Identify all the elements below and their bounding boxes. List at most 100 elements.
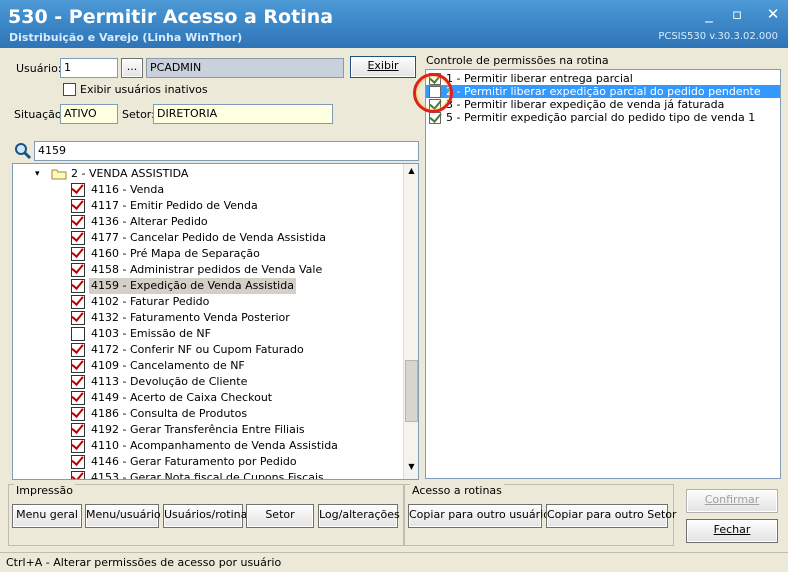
tree-item-label: 4177 - Cancelar Pedido de Venda Assistid… xyxy=(91,231,326,244)
usuarios-rotina-button[interactable]: Usuários/rotina xyxy=(163,504,247,528)
inativos-checkbox[interactable] xyxy=(63,83,76,96)
permission-item[interactable]: 1 - Permitir liberar entrega parcial xyxy=(426,72,780,85)
search-input[interactable]: 4159 xyxy=(34,141,419,161)
tree-item[interactable]: 4153 - Gerar Nota fiscal de Cupons Fisca… xyxy=(13,470,401,480)
usuario-name-field: PCADMIN xyxy=(146,58,344,78)
tree-item[interactable]: 4132 - Faturamento Venda Posterior xyxy=(13,310,401,326)
tree-item[interactable]: 4116 - Venda xyxy=(13,182,401,198)
tree-item-label: 4117 - Emitir Pedido de Venda xyxy=(91,199,258,212)
close-icon[interactable]: ✕ xyxy=(762,4,784,24)
tree-item-label: 4103 - Emissão de NF xyxy=(91,327,211,340)
tree-item[interactable]: 4146 - Gerar Faturamento por Pedido xyxy=(13,454,401,470)
permissions-title: Controle de permissões na rotina xyxy=(426,54,609,67)
usuario-lookup-button[interactable]: ... xyxy=(121,58,143,78)
tree-item-checkbox[interactable] xyxy=(71,359,85,373)
tree-item-checkbox[interactable] xyxy=(71,215,85,229)
tree-group-label: 2 - VENDA ASSISTIDA xyxy=(71,167,189,180)
tree-item[interactable]: 4103 - Emissão de NF xyxy=(13,326,401,342)
tree-item[interactable]: 4160 - Pré Mapa de Separação xyxy=(13,246,401,262)
copiar-setor-button[interactable]: Copiar para outro Setor xyxy=(546,504,677,528)
tree-item-checkbox[interactable] xyxy=(71,439,85,453)
tree-item[interactable]: 4110 - Acompanhamento de Venda Assistida xyxy=(13,438,401,454)
situacao-label: Situação: xyxy=(14,108,66,121)
tree-item-checkbox[interactable] xyxy=(71,311,85,325)
situacao-field[interactable]: ATIVO xyxy=(60,104,118,124)
tree-item-checkbox[interactable] xyxy=(71,327,85,341)
tree-item[interactable]: 4158 - Administrar pedidos de Venda Vale xyxy=(13,262,401,278)
permission-item[interactable]: 3 - Permitir liberar expedição de venda … xyxy=(426,98,780,111)
tree-item[interactable]: 4177 - Cancelar Pedido de Venda Assistid… xyxy=(13,230,401,246)
impressao-title: Impressão xyxy=(14,484,75,497)
tree-item[interactable]: 4136 - Alterar Pedido xyxy=(13,214,401,230)
confirmar-button[interactable]: Confirmar xyxy=(686,489,778,513)
permissions-list[interactable]: 1 - Permitir liberar entrega parcial 2 - … xyxy=(425,69,781,479)
tree-item-checkbox[interactable] xyxy=(71,455,85,469)
tree-item-checkbox[interactable] xyxy=(71,423,85,437)
permission-item[interactable]: 2 - Permitir liberar expedição parcial d… xyxy=(426,85,780,98)
tree-item[interactable]: 4149 - Acerto de Caixa Checkout xyxy=(13,390,401,406)
window-title: 530 - Permitir Acesso a Rotina xyxy=(8,6,334,28)
tree-item-label: 4149 - Acerto de Caixa Checkout xyxy=(91,391,273,404)
tree-item-label: 4110 - Acompanhamento de Venda Assistida xyxy=(91,439,338,452)
tree-item-checkbox[interactable] xyxy=(71,407,85,421)
tree-item-checkbox[interactable] xyxy=(71,471,85,479)
tree-item-label: 4186 - Consulta de Produtos xyxy=(91,407,248,420)
tree-item-label: 4146 - Gerar Faturamento por Pedido xyxy=(91,455,297,468)
tree-item-checkbox[interactable] xyxy=(71,199,85,213)
status-bar: Ctrl+A - Alterar permissões de acesso po… xyxy=(0,552,788,572)
tree-item-label: 4109 - Cancelamento de NF xyxy=(91,359,245,372)
exibir-button[interactable]: Exibir xyxy=(350,56,416,78)
tree-item[interactable]: 4172 - Conferir NF ou Cupom Faturado xyxy=(13,342,401,358)
setor-field[interactable]: DIRETORIA xyxy=(153,104,333,124)
log-alteracoes-button[interactable]: Log/alterações xyxy=(318,504,400,528)
tree-item-checkbox[interactable] xyxy=(71,391,85,405)
highlight-circle xyxy=(413,73,453,113)
copiar-usuario-button[interactable]: Copiar para outro usuário xyxy=(408,504,550,528)
title-bar: 530 - Permitir Acesso a Rotina Distribui… xyxy=(0,0,788,48)
tree-item-label: 4160 - Pré Mapa de Separação xyxy=(91,247,260,260)
inativos-label: Exibir usuários inativos xyxy=(80,83,208,96)
usuario-code-field[interactable]: 1 xyxy=(60,58,118,78)
tree-item-checkbox[interactable] xyxy=(71,183,85,197)
usuario-label: Usuário: xyxy=(16,62,62,75)
setor-button[interactable]: Setor xyxy=(246,504,314,528)
tree-item-label: 4113 - Devolução de Cliente xyxy=(91,375,248,388)
tree-item[interactable]: 4186 - Consulta de Produtos xyxy=(13,406,401,422)
scroll-down-icon[interactable]: ▼ xyxy=(404,462,418,476)
tree-item-checkbox[interactable] xyxy=(71,343,85,357)
maximize-icon[interactable]: ▫ xyxy=(726,4,748,24)
tree-item-label: 4153 - Gerar Nota fiscal de Cupons Fisca… xyxy=(91,471,324,480)
tree-item-label: 4102 - Faturar Pedido xyxy=(91,295,210,308)
tree-item-checkbox[interactable] xyxy=(71,231,85,245)
tree-item[interactable]: 4117 - Emitir Pedido de Venda xyxy=(13,198,401,214)
routine-tree[interactable]: ▾ 2 - VENDA ASSISTIDA 4116 - Venda 4117 -… xyxy=(12,163,419,480)
menu-geral-button[interactable]: Menu geral xyxy=(12,504,82,528)
tree-item-label: 4159 - Expedição de Venda Assistida xyxy=(89,278,296,294)
tree-item-checkbox[interactable] xyxy=(71,279,85,293)
tree-item-checkbox[interactable] xyxy=(71,247,85,261)
tree-item[interactable]: 4192 - Gerar Transferência Entre Filiais xyxy=(13,422,401,438)
tree-item-label: 4172 - Conferir NF ou Cupom Faturado xyxy=(91,343,304,356)
menu-usuario-button[interactable]: Menu/usuário xyxy=(85,504,161,528)
tree-item[interactable]: 4159 - Expedição de Venda Assistida xyxy=(13,278,401,294)
tree-item-checkbox[interactable] xyxy=(71,375,85,389)
fechar-button[interactable]: Fechar xyxy=(686,519,778,543)
minimize-icon[interactable]: _ xyxy=(698,4,720,24)
tree-item[interactable]: 4109 - Cancelamento de NF xyxy=(13,358,401,374)
expand-icon[interactable]: ▾ xyxy=(35,166,40,182)
tree-item-checkbox[interactable] xyxy=(71,295,85,309)
search-icon xyxy=(15,143,32,160)
exibir-button-label: Exibir xyxy=(367,59,399,72)
permission-checkbox[interactable] xyxy=(429,112,441,124)
confirmar-label: Confirmar xyxy=(704,493,760,506)
scroll-thumb[interactable] xyxy=(405,360,418,422)
tree-item-label: 4136 - Alterar Pedido xyxy=(91,215,208,228)
permission-item[interactable]: 5 - Permitir expedição parcial do pedido… xyxy=(426,111,780,124)
window-subtitle: Distribuição e Varejo (Linha WinThor) xyxy=(9,31,243,44)
tree-item[interactable]: 4113 - Devolução de Cliente xyxy=(13,374,401,390)
tree-item[interactable]: 4102 - Faturar Pedido xyxy=(13,294,401,310)
tree-scrollbar[interactable]: ▲ ▼ xyxy=(403,164,418,479)
tree-item-checkbox[interactable] xyxy=(71,263,85,277)
permission-label: 2 - Permitir liberar expedição parcial d… xyxy=(446,85,761,98)
scroll-up-icon[interactable]: ▲ xyxy=(404,166,418,180)
